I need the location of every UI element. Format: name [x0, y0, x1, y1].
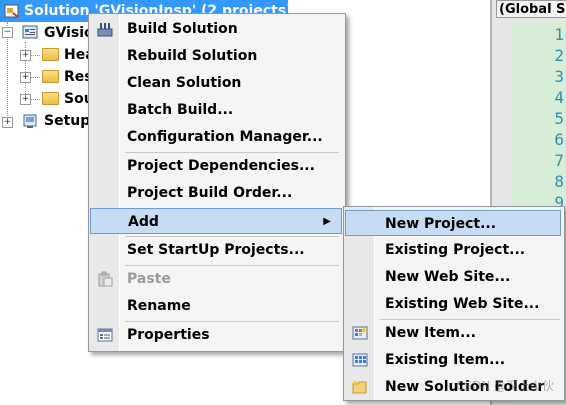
- folder-icon: [42, 48, 59, 61]
- line-number: 3: [554, 67, 564, 86]
- menu-item-project-dependencies[interactable]: Project Dependencies...: [91, 153, 341, 179]
- menu-item-configuration-manager[interactable]: Configuration Manager...: [91, 124, 341, 150]
- tree-item-project[interactable]: GVisio: [44, 22, 94, 44]
- solution-icon: [4, 4, 19, 18]
- folder-icon: [42, 92, 59, 105]
- submenu-arrow-icon: ▶: [323, 216, 331, 227]
- properties-icon: [97, 328, 113, 342]
- line-number: 2: [554, 46, 564, 65]
- existing-item-icon: [352, 353, 368, 367]
- line-number: 7: [554, 151, 564, 170]
- menu-item-rebuild-solution[interactable]: Rebuild Solution: [91, 43, 341, 69]
- line-number: 4: [554, 88, 564, 107]
- watermark: CSDN @汉上少伙: [455, 379, 554, 393]
- build-icon: [97, 23, 113, 37]
- menu-item-build-solution[interactable]: Build Solution: [91, 16, 341, 42]
- tree-line: [30, 55, 40, 56]
- menu-item-project-build-order[interactable]: Project Build Order...: [91, 180, 341, 206]
- menu-item-batch-build[interactable]: Batch Build...: [91, 97, 341, 123]
- submenu-item-new-item[interactable]: New Item...: [346, 320, 560, 346]
- expander-expand[interactable]: +: [20, 50, 31, 61]
- paste-icon: [98, 271, 113, 287]
- expander-expand[interactable]: +: [20, 72, 31, 83]
- menu-item-properties[interactable]: Properties: [91, 322, 341, 348]
- project-icon: [22, 25, 38, 39]
- add-submenu: New Project... Existing Project... New W…: [343, 206, 565, 401]
- menu-item-clean-solution[interactable]: Clean Solution: [91, 70, 341, 96]
- tree-item-setup[interactable]: Setup: [44, 110, 90, 132]
- line-number: 5: [554, 109, 564, 128]
- menu-item-paste[interactable]: Paste: [91, 266, 341, 292]
- expander-collapse[interactable]: −: [2, 27, 13, 38]
- submenu-item-existing-web-site[interactable]: Existing Web Site...: [346, 291, 560, 317]
- submenu-item-new-project[interactable]: New Project...: [345, 210, 561, 236]
- new-item-icon: [352, 326, 368, 340]
- menu-item-rename[interactable]: Rename: [91, 293, 341, 319]
- setup-project-icon: [23, 114, 37, 128]
- expander-expand[interactable]: +: [20, 94, 31, 105]
- solution-context-menu: Build Solution Rebuild Solution Clean So…: [88, 13, 346, 352]
- line-number: 1: [554, 25, 564, 44]
- scope-dropdown[interactable]: (Global Sc: [496, 0, 566, 18]
- menu-item-set-startup-projects[interactable]: Set StartUp Projects...: [91, 237, 341, 263]
- submenu-item-existing-item[interactable]: Existing Item...: [346, 347, 560, 373]
- tree-line: [30, 99, 40, 100]
- expander-expand[interactable]: +: [2, 117, 13, 128]
- line-number: 6: [554, 130, 564, 149]
- menu-item-add[interactable]: Add ▶: [90, 208, 342, 234]
- submenu-item-existing-project[interactable]: Existing Project...: [346, 237, 560, 263]
- line-number: 8: [554, 172, 564, 191]
- new-folder-icon: [352, 380, 367, 394]
- submenu-item-new-web-site[interactable]: New Web Site...: [346, 264, 560, 290]
- tree-line: [30, 77, 40, 78]
- folder-icon: [42, 70, 59, 83]
